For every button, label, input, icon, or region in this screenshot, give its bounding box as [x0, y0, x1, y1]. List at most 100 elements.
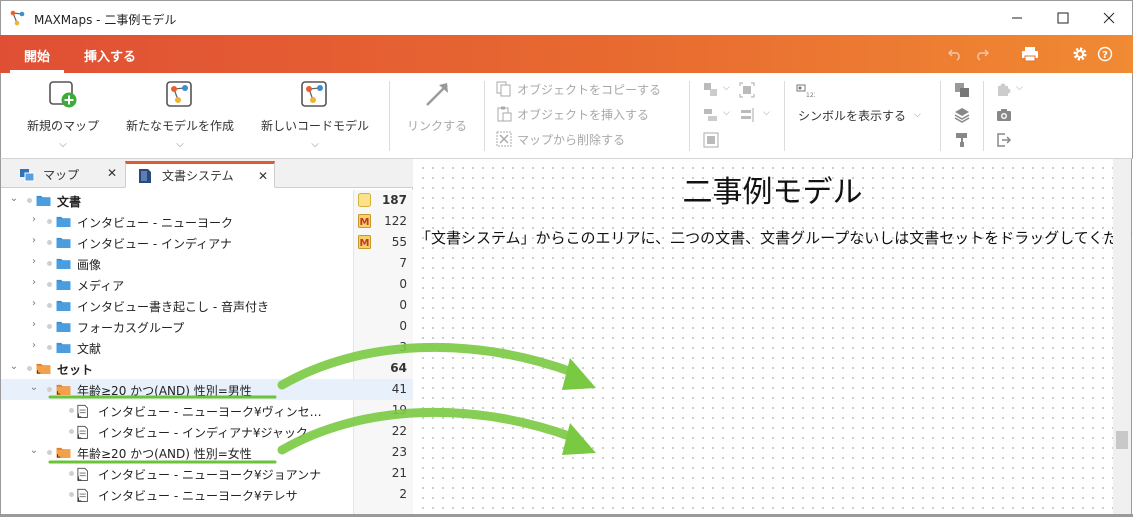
tree-row-label: メディア	[77, 279, 125, 293]
format-painter-icon[interactable]	[954, 132, 970, 148]
memo-m-icon[interactable]: M	[358, 235, 371, 249]
copy-object-button[interactable]: オブジェクトをコピーする	[496, 79, 661, 99]
tab-insert[interactable]: 挿入する	[76, 35, 144, 73]
chevron-down-icon[interactable]: ⌵	[763, 108, 770, 118]
chevron-down-icon[interactable]: ⌵	[118, 139, 242, 150]
expand-arrow-icon[interactable]: ›	[29, 319, 39, 330]
activation-dot[interactable]	[69, 492, 74, 497]
tree-row[interactable]: › インタビュー - インディアナ M 55	[1, 232, 413, 253]
new-code-model-button[interactable]: 新しいコードモデル ⌵	[253, 79, 377, 150]
fit-selection-icon[interactable]	[739, 82, 755, 98]
export-icon[interactable]	[996, 132, 1012, 148]
tree-row[interactable]: › フォーカスグループ 0	[1, 316, 413, 337]
activation-dot[interactable]	[47, 450, 52, 455]
tree-row[interactable]: ⌄ 文書 187	[1, 190, 413, 211]
activation-dot[interactable]	[47, 282, 52, 287]
new-map-button[interactable]: 新規のマップ ⌵	[19, 79, 107, 150]
tree-row[interactable]: インタビュー - ニューヨーク¥テレサ 2	[1, 484, 413, 505]
delete-from-map-button[interactable]: マップから削除する	[496, 129, 625, 149]
maximize-button[interactable]	[1040, 1, 1086, 35]
tree-row[interactable]: › インタビュー - ニューヨーク M 122	[1, 211, 413, 232]
activation-dot[interactable]	[27, 198, 32, 203]
tree-row-label: セット	[57, 363, 94, 377]
map-canvas[interactable]: 二事例モデル 「文書システム」からこのエリアに、二つの文書、文書グループないしは…	[414, 159, 1133, 517]
chevron-down-icon[interactable]: ⌵	[19, 139, 107, 150]
tree-row[interactable]: インタビュー - ニューヨーク¥ヴィンセ… 19	[1, 400, 413, 421]
memo-note-icon[interactable]	[358, 193, 371, 207]
activation-dot[interactable]	[47, 303, 52, 308]
show-symbol-button[interactable]: シンボルを表示する ⌵	[798, 105, 921, 125]
set-folder-icon	[36, 363, 51, 374]
folder-icon	[36, 195, 51, 206]
tree-row[interactable]: ⌄ 年齢≥20 かつ(AND) 性別=女性 23	[1, 442, 413, 463]
tree-row[interactable]: › 文献 3	[1, 337, 413, 358]
ribbon-divider	[784, 81, 785, 151]
ribbon-divider	[484, 81, 485, 151]
tree-row-label: 文献	[77, 342, 102, 356]
activation-dot[interactable]	[47, 324, 52, 329]
link-button[interactable]: リンクする	[401, 79, 473, 133]
close-button[interactable]	[1086, 1, 1132, 35]
expand-arrow-icon[interactable]: ›	[29, 256, 39, 267]
scrollbar-thumb[interactable]	[1116, 431, 1128, 449]
collapse-arrow-icon[interactable]: ⌄	[9, 193, 19, 204]
activation-dot[interactable]	[47, 219, 52, 224]
distribute-icon[interactable]	[739, 107, 755, 123]
activation-dot[interactable]	[27, 366, 32, 371]
tree-row[interactable]: › インタビュー書き起こし - 音声付き 0	[1, 295, 413, 316]
tab-map-label: マップ	[43, 168, 80, 182]
activation-dot[interactable]	[47, 261, 52, 266]
bring-to-front-icon[interactable]	[954, 82, 970, 98]
expand-arrow-icon[interactable]: ›	[29, 277, 39, 288]
expand-arrow-icon[interactable]: ›	[29, 235, 39, 246]
collapse-arrow-icon[interactable]: ⌄	[29, 445, 39, 456]
tree-row[interactable]: インタビュー - インディアナ¥ジャック 22	[1, 421, 413, 442]
tab-start[interactable]: 開始	[10, 35, 64, 73]
arrange-icon[interactable]	[703, 82, 719, 98]
tab-document-system[interactable]: 文書システム ✕	[125, 161, 275, 188]
align-icon[interactable]	[703, 107, 719, 123]
expand-arrow-icon[interactable]: ›	[29, 340, 39, 351]
puzzle-icon[interactable]	[996, 82, 1012, 98]
redo-icon[interactable]	[973, 45, 991, 63]
fit-to-page-icon[interactable]	[703, 132, 719, 148]
tree-row-label: インタビュー - インディアナ¥ジャック	[98, 426, 308, 440]
camera-icon[interactable]	[996, 107, 1012, 123]
folder-icon	[56, 300, 71, 311]
chevron-down-icon[interactable]: ⌵	[253, 139, 377, 150]
new-model-button[interactable]: 新たなモデルを作成 ⌵	[118, 79, 242, 150]
vertical-scrollbar[interactable]	[1113, 159, 1131, 517]
activation-dot[interactable]	[69, 429, 74, 434]
tree-row[interactable]: › 画像 7	[1, 253, 413, 274]
tree-row[interactable]: › メディア 0	[1, 274, 413, 295]
activation-dot[interactable]	[47, 387, 52, 392]
activation-dot[interactable]	[69, 408, 74, 413]
memo-m-icon[interactable]: M	[358, 214, 371, 228]
tree-row[interactable]: ⌄ 年齢≥20 かつ(AND) 性別=男性 41	[1, 379, 413, 400]
tree-row[interactable]: ⌄ セット 64	[1, 358, 413, 379]
chevron-down-icon[interactable]: ⌵	[723, 108, 730, 118]
activation-dot[interactable]	[47, 240, 52, 245]
chevron-down-icon[interactable]: ⌵	[723, 83, 730, 93]
print-icon[interactable]	[1021, 45, 1039, 63]
undo-icon[interactable]	[946, 45, 964, 63]
title-bar: MAXMaps - 二事例モデル	[0, 0, 1133, 35]
chevron-down-icon[interactable]: ⌵	[1016, 83, 1023, 93]
expand-arrow-icon[interactable]: ›	[29, 298, 39, 309]
insert-object-button[interactable]: オブジェクトを挿入する	[496, 104, 649, 124]
symbol-icon[interactable]: 123	[795, 82, 815, 98]
document-system-icon	[139, 168, 151, 183]
gear-icon[interactable]	[1071, 45, 1089, 63]
minimize-button[interactable]	[994, 1, 1040, 35]
tree-row[interactable]: インタビュー - ニューヨーク¥ジョアンナ 21	[1, 463, 413, 484]
layers-icon[interactable]	[954, 107, 970, 123]
activation-dot[interactable]	[47, 345, 52, 350]
help-icon[interactable]: ?	[1096, 45, 1114, 63]
tab-map[interactable]: マップ ✕	[7, 161, 123, 188]
collapse-arrow-icon[interactable]: ⌄	[29, 382, 39, 393]
close-tab-icon[interactable]: ✕	[107, 166, 117, 180]
activation-dot[interactable]	[69, 471, 74, 476]
close-tab-icon[interactable]: ✕	[258, 169, 268, 183]
expand-arrow-icon[interactable]: ›	[29, 214, 39, 225]
collapse-arrow-icon[interactable]: ⌄	[9, 361, 19, 372]
